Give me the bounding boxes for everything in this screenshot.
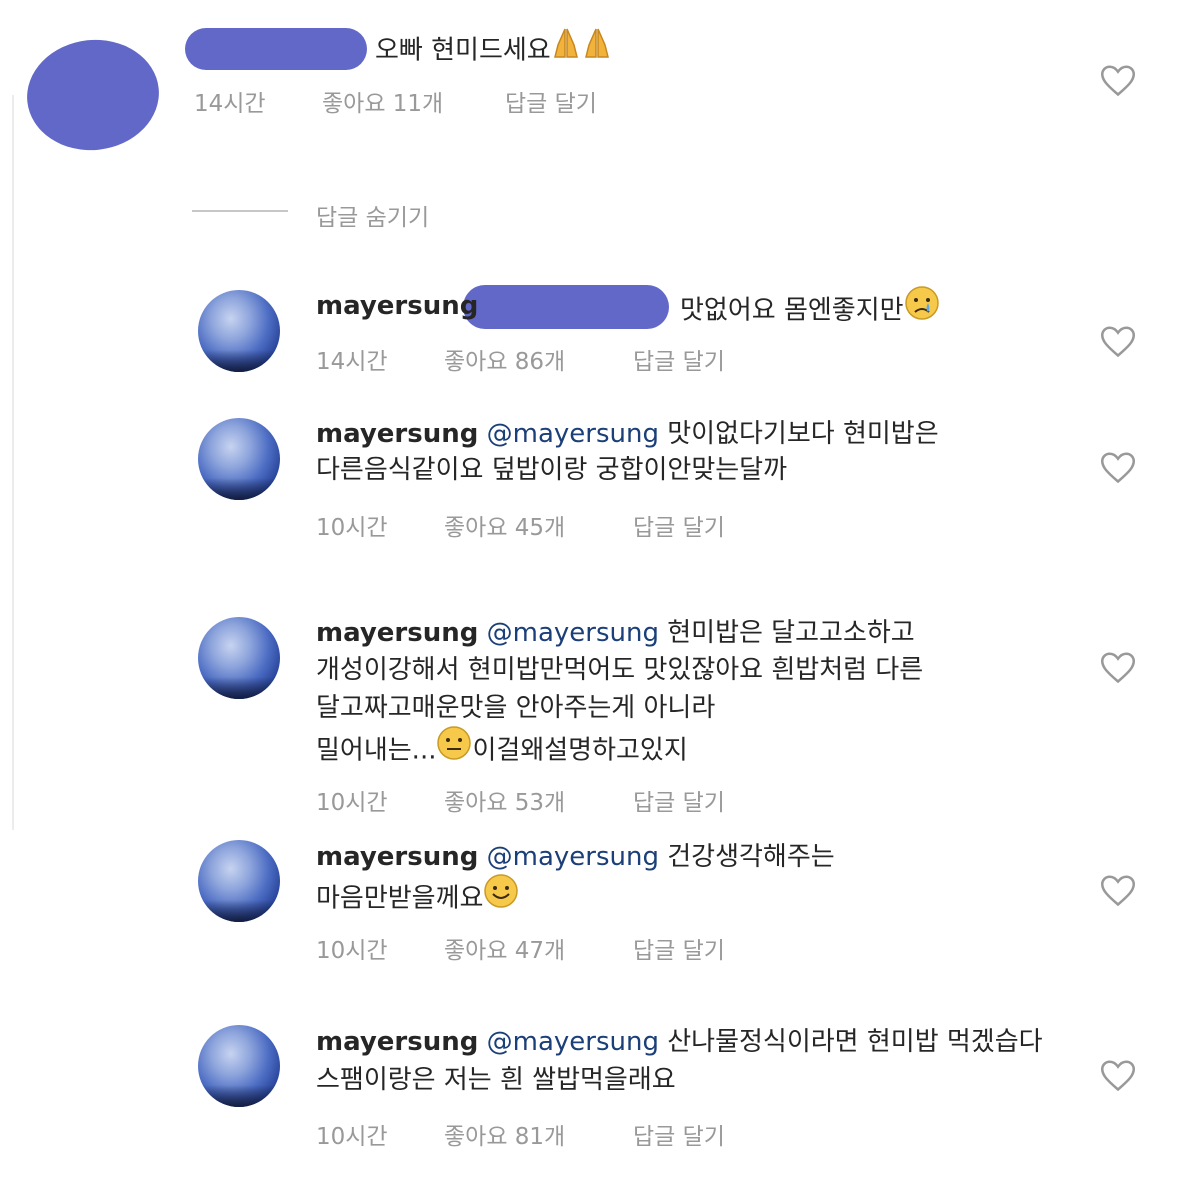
avatar[interactable]	[198, 840, 280, 922]
redacted-avatar	[21, 33, 165, 157]
heart-icon[interactable]	[1100, 874, 1136, 908]
reply-text-content: 현미밥은 달고고소하고	[667, 618, 915, 648]
reply-line-1: mayersung @mayersung 맛이없다기보다 현미밥은	[316, 416, 939, 452]
heart-icon[interactable]	[1100, 325, 1136, 359]
reply-time: 10시간	[316, 1124, 388, 1150]
username[interactable]: mayersung	[316, 419, 478, 449]
hide-replies-button[interactable]: 답글 숨기기	[316, 198, 429, 232]
crying-face-emoji	[904, 285, 940, 331]
avatar[interactable]	[198, 290, 280, 372]
folded-hands-emoji	[551, 27, 613, 69]
username[interactable]: mayersung	[316, 842, 478, 872]
reply-line-1: mayersung @mayersung 현미밥은 달고고소하고	[316, 615, 915, 651]
heart-icon[interactable]	[1100, 64, 1136, 98]
reply-reply-button[interactable]: 답글 달기	[633, 508, 725, 542]
reply-text-content: 건강생각해주는	[667, 842, 835, 872]
reply-time: 10시간	[316, 790, 388, 816]
avatar[interactable]	[198, 1025, 280, 1107]
reply-line-2: 마음만받을께요	[316, 873, 519, 922]
redacted-username	[185, 28, 367, 70]
reply-reply-button[interactable]: 답글 달기	[633, 931, 725, 965]
mention-link[interactable]: @mayersung	[487, 419, 659, 449]
reply-text-content: 산나물정식이라면 현미밥 먹겠습다	[667, 1027, 1043, 1057]
reply-line-2: 스팸이랑은 저는 흰 쌀밥먹을래요	[316, 1065, 676, 1095]
heart-icon[interactable]	[1100, 1059, 1136, 1093]
reply-text: 맛없어요 몸엔좋지만	[680, 285, 940, 334]
reply-time: 10시간	[316, 938, 388, 964]
reply-text-content: 맛이없다기보다 현미밥은	[667, 419, 939, 449]
mention-link[interactable]: @mayersung	[487, 842, 659, 872]
reply-line-1: mayersung @mayersung 산나물정식이라면 현미밥 먹겠습다	[316, 1024, 1043, 1060]
reply-likes[interactable]: 좋아요 81개	[444, 1117, 565, 1151]
avatar[interactable]	[198, 617, 280, 699]
left-edge-divider	[0, 95, 14, 830]
reply-reply-button[interactable]: 답글 달기	[633, 783, 725, 817]
reply-time: 10시간	[316, 515, 388, 541]
reply-line-3: 달고짜고매운맛을 안아주는게 아니라	[316, 693, 716, 723]
reply-text-content: 맛없어요 몸엔좋지만	[680, 295, 904, 326]
comment-text: 오빠 현미드세요	[375, 35, 551, 66]
username[interactable]: mayersung	[316, 1027, 478, 1057]
reply-likes[interactable]: 좋아요 53개	[444, 783, 565, 817]
comment-body: 오빠 현미드세요	[375, 27, 613, 72]
reply-reply-button[interactable]: 답글 달기	[633, 1117, 725, 1151]
reply-text-content: 이걸왜설명하고있지	[472, 735, 688, 766]
reply-line-2: 개성이강해서 현미밥만먹어도 맛있잖아요 흰밥처럼 다른	[316, 655, 924, 685]
heart-icon[interactable]	[1100, 651, 1136, 685]
mention-link[interactable]: @mayersung	[487, 1027, 659, 1057]
comment-likes[interactable]: 좋아요 11개	[322, 84, 443, 118]
reply-likes[interactable]: 좋아요 45개	[444, 508, 565, 542]
neutral-face-emoji	[436, 725, 472, 771]
reply-reply-button[interactable]: 답글 달기	[633, 342, 725, 376]
reply-line-2: 다른음식같이요 덮밥이랑 궁합이안맞는달까	[316, 455, 788, 485]
comment-reply-button[interactable]: 답글 달기	[505, 84, 597, 118]
reply-text-content: 밀어내는...	[316, 735, 437, 766]
username[interactable]: mayersung	[316, 291, 478, 321]
comment-time: 14시간	[194, 91, 266, 117]
smiling-face-emoji	[483, 873, 519, 919]
mention-link[interactable]: @mayersung	[487, 618, 659, 648]
hide-replies-line	[192, 210, 288, 212]
reply-time: 14시간	[316, 349, 388, 375]
reply-username[interactable]: mayersung	[316, 288, 478, 324]
username[interactable]: mayersung	[316, 618, 478, 648]
avatar[interactable]	[198, 418, 280, 500]
reply-likes[interactable]: 좋아요 86개	[444, 342, 565, 376]
reply-line-1: mayersung @mayersung 건강생각해주는	[316, 839, 835, 875]
reply-likes[interactable]: 좋아요 47개	[444, 931, 565, 965]
reply-line-4: 밀어내는... 이걸왜설명하고있지	[316, 725, 688, 774]
redacted-mention	[463, 285, 669, 329]
reply-text-content: 마음만받을께요	[316, 883, 484, 914]
heart-icon[interactable]	[1100, 451, 1136, 485]
